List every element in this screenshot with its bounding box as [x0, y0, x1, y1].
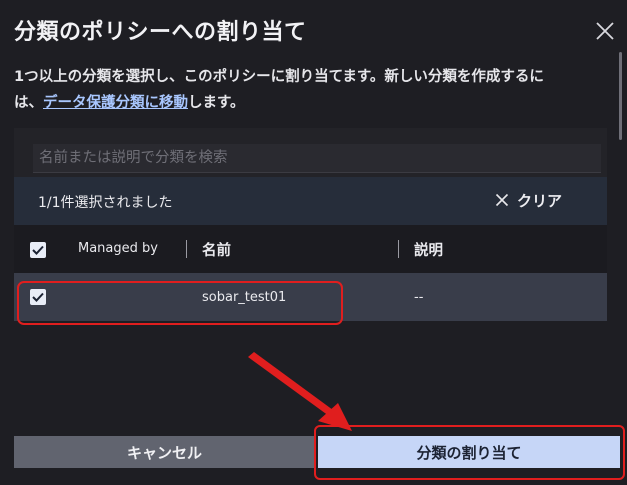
annotation-arrow-icon	[248, 352, 352, 431]
cancel-button[interactable]: キャンセル	[14, 436, 315, 468]
annotation-highlight-button	[314, 425, 625, 480]
